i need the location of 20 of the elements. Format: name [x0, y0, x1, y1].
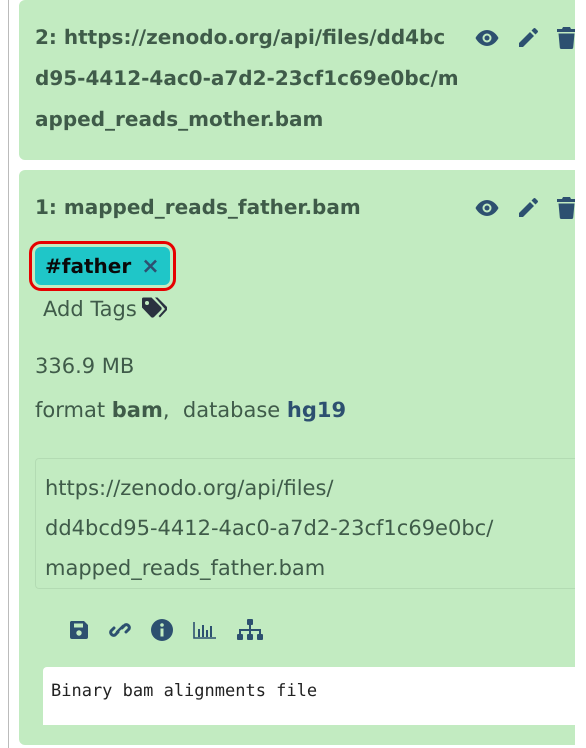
dataset-title[interactable]: 2: https://zenodo.org/api/files/dd4bcd95-4412-4ac0-a7d2-23cf1c69e0bc/mapped_reads_mother.bam [35, 17, 459, 140]
eye-icon[interactable] [475, 198, 499, 216]
pencil-icon[interactable] [517, 196, 539, 218]
format-info: format bam, database hg19 [35, 398, 348, 422]
tag-badge[interactable]: #father × [35, 247, 170, 285]
bar-chart-icon[interactable] [193, 621, 217, 639]
file-size: 336.9 MB [35, 354, 136, 378]
trash-icon[interactable] [557, 196, 575, 218]
pencil-icon[interactable] [517, 26, 539, 48]
add-tags-link[interactable]: Add Tags [43, 297, 137, 321]
link-icon[interactable] [109, 620, 131, 640]
dataset-title[interactable]: 1: mapped_reads_father.bam [35, 187, 459, 228]
remove-tag-icon[interactable]: × [141, 254, 160, 278]
trash-icon[interactable] [557, 26, 575, 48]
sitemap-icon[interactable] [237, 619, 263, 641]
eye-icon[interactable] [475, 28, 499, 46]
source-url: https://zenodo.org/api/files/dd4bcd95-4412-4ac0-a7d2-23cf1c69e0bc/mapped_reads_father.bam [35, 458, 575, 589]
file-peek: Binary bam alignments file [43, 667, 575, 725]
info-icon[interactable] [151, 619, 173, 641]
save-icon[interactable] [69, 620, 89, 640]
